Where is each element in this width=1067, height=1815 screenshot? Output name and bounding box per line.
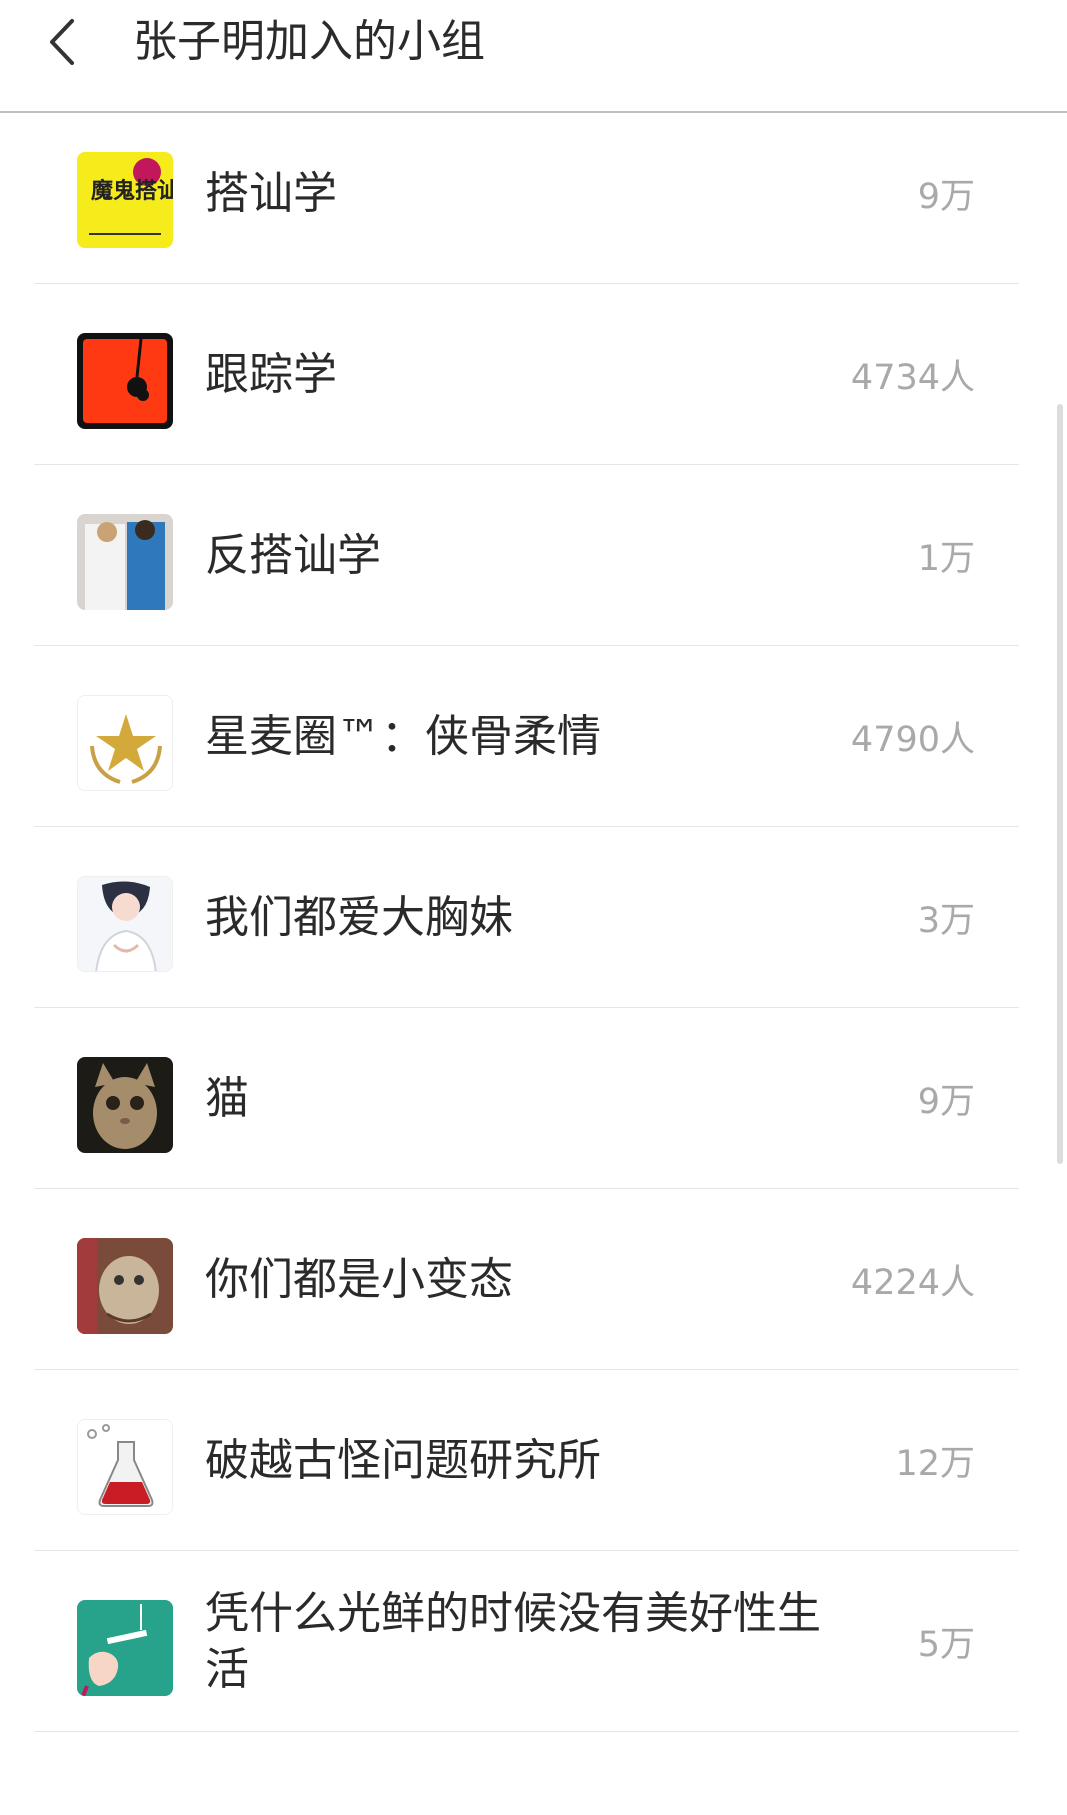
group-item[interactable]: 星麦圈™：侠骨柔情 4790人: [0, 646, 1067, 827]
group-avatar: [77, 1238, 173, 1334]
group-avatar: [77, 876, 173, 972]
member-count: 4224人: [850, 1263, 975, 1303]
scrollbar[interactable]: [1057, 404, 1063, 1164]
member-count: 5万: [917, 1625, 975, 1665]
group-name: 凭什么光鲜的时候没有美好性生活: [205, 1587, 821, 1695]
group-avatar: [77, 1057, 173, 1153]
member-count: 1万: [917, 539, 975, 579]
app-header: 张子明加入的小组: [0, 0, 1067, 113]
group-name: 我们都爱大胸妹: [205, 891, 513, 943]
group-list: 魔鬼搭讪学 搭讪学 9万 跟踪学 4734人: [0, 0, 1067, 1732]
page-title: 张子明加入的小组: [133, 16, 485, 67]
group-item[interactable]: 我们都爱大胸妹 3万: [0, 827, 1067, 1008]
chevron-left-icon: [50, 19, 74, 65]
group-name: 星麦圈™：侠骨柔情: [205, 710, 601, 762]
group-item[interactable]: 你们都是小变态 4224人: [0, 1189, 1067, 1370]
member-count: 4734人: [850, 358, 975, 398]
group-item[interactable]: 反搭讪学 1万: [0, 465, 1067, 646]
group-item[interactable]: 魔鬼搭讪学 搭讪学 9万: [0, 103, 1067, 284]
group-avatar: [77, 514, 173, 610]
group-name: 搭讪学: [205, 167, 337, 219]
group-avatar: [77, 333, 173, 429]
group-name: 你们都是小变态: [205, 1253, 513, 1305]
member-count: 3万: [917, 901, 975, 941]
back-button[interactable]: [30, 10, 94, 74]
group-item[interactable]: 凭什么光鲜的时候没有美好性生活 5万: [0, 1551, 1067, 1732]
group-item[interactable]: 猫 9万: [0, 1008, 1067, 1189]
member-count: 9万: [917, 1082, 975, 1122]
group-name: 反搭讪学: [205, 529, 381, 581]
member-count: 9万: [917, 177, 975, 217]
group-avatar: [77, 695, 173, 791]
group-name: 跟踪学: [205, 348, 337, 400]
member-count: 4790人: [850, 720, 975, 760]
group-avatar: [77, 1600, 173, 1696]
divider: [34, 1731, 1019, 1732]
group-name: 破越古怪问题研究所: [205, 1434, 601, 1486]
member-count: 12万: [895, 1444, 975, 1484]
group-name: 猫: [205, 1072, 249, 1124]
svg-text:魔鬼搭讪学: 魔鬼搭讪学: [91, 178, 173, 204]
group-item[interactable]: 跟踪学 4734人: [0, 284, 1067, 465]
group-avatar: 魔鬼搭讪学: [77, 152, 173, 248]
group-item[interactable]: 破越古怪问题研究所 12万: [0, 1370, 1067, 1551]
group-avatar: [77, 1419, 173, 1515]
